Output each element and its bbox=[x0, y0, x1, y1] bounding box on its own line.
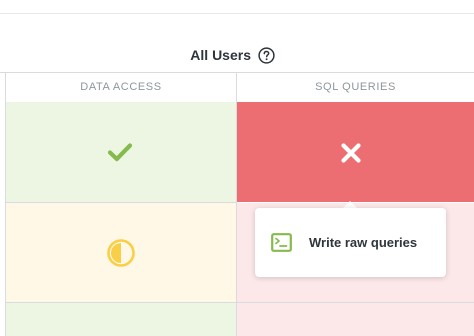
permission-cell-sql-queries-row1[interactable] bbox=[237, 102, 474, 202]
tooltip-label: Write raw queries bbox=[309, 235, 418, 250]
half-circle-icon bbox=[107, 239, 135, 267]
permission-cell-data-access-row1[interactable] bbox=[6, 102, 236, 202]
tooltip-arrow bbox=[343, 201, 357, 208]
column-header-sql-queries[interactable]: SQL QUERIES bbox=[237, 73, 474, 102]
group-title: All Users bbox=[190, 47, 251, 63]
close-icon bbox=[341, 143, 361, 163]
permission-cell-data-access-row3[interactable] bbox=[6, 303, 236, 336]
column-header-data-access[interactable]: DATA ACCESS bbox=[6, 73, 236, 102]
top-divider bbox=[0, 13, 474, 14]
permission-cell-data-access-row2[interactable] bbox=[6, 203, 236, 302]
question-circle-icon[interactable] bbox=[258, 47, 275, 64]
group-header: All Users bbox=[0, 44, 474, 72]
terminal-icon bbox=[271, 233, 292, 252]
check-icon bbox=[107, 143, 133, 162]
permission-tooltip: Write raw queries bbox=[255, 208, 446, 277]
permission-cell-sql-queries-row3[interactable] bbox=[237, 303, 474, 336]
